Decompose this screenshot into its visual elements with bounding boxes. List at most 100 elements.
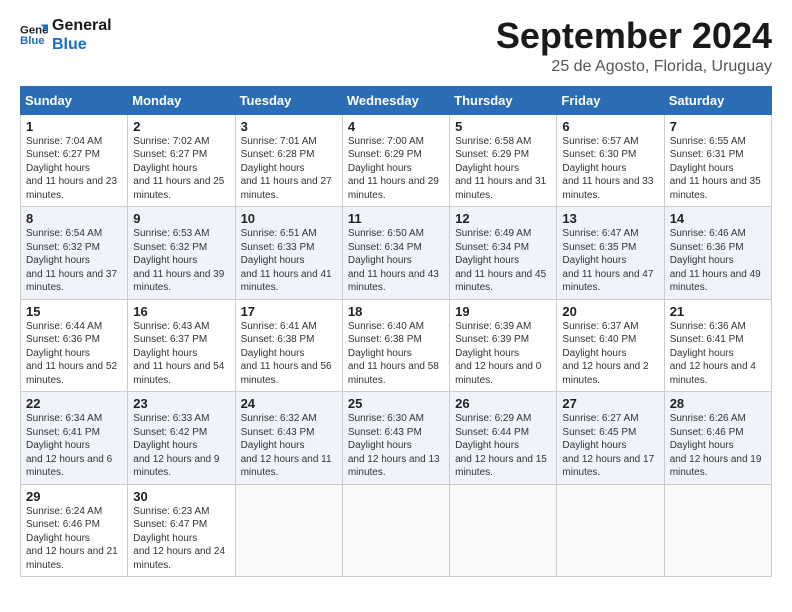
table-row: 21 Sunrise: 6:36 AMSunset: 6:41 PMDaylig… [664, 299, 771, 392]
cell-info: Sunrise: 6:58 AMSunset: 6:29 PMDaylight … [455, 136, 546, 201]
cell-info: Sunrise: 6:23 AMSunset: 6:47 PMDaylight … [133, 506, 225, 571]
col-tuesday: Tuesday [235, 86, 342, 114]
table-row: 27 Sunrise: 6:27 AMSunset: 6:45 PMDaylig… [557, 392, 664, 485]
day-number: 2 [133, 119, 230, 134]
day-number: 25 [348, 396, 445, 411]
calendar-row-3: 15 Sunrise: 6:44 AMSunset: 6:36 PMDaylig… [21, 299, 772, 392]
cell-info: Sunrise: 6:47 AMSunset: 6:35 PMDaylight … [562, 228, 653, 293]
table-row [450, 484, 557, 577]
table-row: 17 Sunrise: 6:41 AMSunset: 6:38 PMDaylig… [235, 299, 342, 392]
day-number: 13 [562, 211, 659, 226]
table-row: 25 Sunrise: 6:30 AMSunset: 6:43 PMDaylig… [342, 392, 449, 485]
day-number: 21 [670, 304, 767, 319]
day-number: 28 [670, 396, 767, 411]
month-title: September 2024 [496, 16, 772, 56]
table-row: 8 Sunrise: 6:54 AMSunset: 6:32 PMDayligh… [21, 207, 128, 300]
day-number: 24 [241, 396, 338, 411]
table-row: 4 Sunrise: 7:00 AMSunset: 6:29 PMDayligh… [342, 114, 449, 207]
table-row: 20 Sunrise: 6:37 AMSunset: 6:40 PMDaylig… [557, 299, 664, 392]
logo-general: General [52, 16, 112, 35]
svg-text:Blue: Blue [20, 35, 45, 47]
cell-info: Sunrise: 6:29 AMSunset: 6:44 PMDaylight … [455, 413, 547, 478]
cell-info: Sunrise: 6:27 AMSunset: 6:45 PMDaylight … [562, 413, 654, 478]
cell-info: Sunrise: 6:37 AMSunset: 6:40 PMDaylight … [562, 321, 648, 386]
cell-info: Sunrise: 6:50 AMSunset: 6:34 PMDaylight … [348, 228, 439, 293]
cell-info: Sunrise: 6:34 AMSunset: 6:41 PMDaylight … [26, 413, 112, 478]
cell-info: Sunrise: 6:32 AMSunset: 6:43 PMDaylight … [241, 413, 332, 478]
cell-info: Sunrise: 6:43 AMSunset: 6:37 PMDaylight … [133, 321, 224, 386]
day-number: 26 [455, 396, 552, 411]
day-number: 22 [26, 396, 123, 411]
table-row: 10 Sunrise: 6:51 AMSunset: 6:33 PMDaylig… [235, 207, 342, 300]
col-saturday: Saturday [664, 86, 771, 114]
table-row: 29 Sunrise: 6:24 AMSunset: 6:46 PMDaylig… [21, 484, 128, 577]
cell-info: Sunrise: 6:36 AMSunset: 6:41 PMDaylight … [670, 321, 756, 386]
table-row: 23 Sunrise: 6:33 AMSunset: 6:42 PMDaylig… [128, 392, 235, 485]
day-number: 20 [562, 304, 659, 319]
day-number: 29 [26, 489, 123, 504]
logo-blue: Blue [52, 35, 112, 54]
cell-info: Sunrise: 6:39 AMSunset: 6:39 PMDaylight … [455, 321, 541, 386]
day-number: 14 [670, 211, 767, 226]
day-number: 11 [348, 211, 445, 226]
table-row: 15 Sunrise: 6:44 AMSunset: 6:36 PMDaylig… [21, 299, 128, 392]
cell-info: Sunrise: 7:04 AMSunset: 6:27 PMDaylight … [26, 136, 117, 201]
table-row: 30 Sunrise: 6:23 AMSunset: 6:47 PMDaylig… [128, 484, 235, 577]
table-row: 11 Sunrise: 6:50 AMSunset: 6:34 PMDaylig… [342, 207, 449, 300]
header-row: Sunday Monday Tuesday Wednesday Thursday… [21, 86, 772, 114]
day-number: 6 [562, 119, 659, 134]
col-monday: Monday [128, 86, 235, 114]
cell-info: Sunrise: 6:40 AMSunset: 6:38 PMDaylight … [348, 321, 439, 386]
day-number: 5 [455, 119, 552, 134]
table-row: 2 Sunrise: 7:02 AMSunset: 6:27 PMDayligh… [128, 114, 235, 207]
table-row: 16 Sunrise: 6:43 AMSunset: 6:37 PMDaylig… [128, 299, 235, 392]
col-thursday: Thursday [450, 86, 557, 114]
location-subtitle: 25 de Agosto, Florida, Uruguay [496, 58, 772, 76]
col-sunday: Sunday [21, 86, 128, 114]
table-row: 5 Sunrise: 6:58 AMSunset: 6:29 PMDayligh… [450, 114, 557, 207]
table-row: 7 Sunrise: 6:55 AMSunset: 6:31 PMDayligh… [664, 114, 771, 207]
day-number: 19 [455, 304, 552, 319]
table-row: 9 Sunrise: 6:53 AMSunset: 6:32 PMDayligh… [128, 207, 235, 300]
cell-info: Sunrise: 6:51 AMSunset: 6:33 PMDaylight … [241, 228, 332, 293]
table-row: 26 Sunrise: 6:29 AMSunset: 6:44 PMDaylig… [450, 392, 557, 485]
day-number: 1 [26, 119, 123, 134]
cell-info: Sunrise: 6:49 AMSunset: 6:34 PMDaylight … [455, 228, 546, 293]
cell-info: Sunrise: 6:55 AMSunset: 6:31 PMDaylight … [670, 136, 761, 201]
cell-info: Sunrise: 6:30 AMSunset: 6:43 PMDaylight … [348, 413, 440, 478]
calendar-row-1: 1 Sunrise: 7:04 AMSunset: 6:27 PMDayligh… [21, 114, 772, 207]
cell-info: Sunrise: 7:02 AMSunset: 6:27 PMDaylight … [133, 136, 224, 201]
day-number: 23 [133, 396, 230, 411]
day-number: 12 [455, 211, 552, 226]
table-row: 28 Sunrise: 6:26 AMSunset: 6:46 PMDaylig… [664, 392, 771, 485]
cell-info: Sunrise: 6:57 AMSunset: 6:30 PMDaylight … [562, 136, 653, 201]
cell-info: Sunrise: 6:54 AMSunset: 6:32 PMDaylight … [26, 228, 117, 293]
cell-info: Sunrise: 7:01 AMSunset: 6:28 PMDaylight … [241, 136, 332, 201]
day-number: 18 [348, 304, 445, 319]
logo-icon: General Blue [20, 21, 48, 49]
table-row: 14 Sunrise: 6:46 AMSunset: 6:36 PMDaylig… [664, 207, 771, 300]
day-number: 27 [562, 396, 659, 411]
col-friday: Friday [557, 86, 664, 114]
table-row: 13 Sunrise: 6:47 AMSunset: 6:35 PMDaylig… [557, 207, 664, 300]
table-row: 6 Sunrise: 6:57 AMSunset: 6:30 PMDayligh… [557, 114, 664, 207]
day-number: 4 [348, 119, 445, 134]
day-number: 7 [670, 119, 767, 134]
table-row: 3 Sunrise: 7:01 AMSunset: 6:28 PMDayligh… [235, 114, 342, 207]
calendar-row-4: 22 Sunrise: 6:34 AMSunset: 6:41 PMDaylig… [21, 392, 772, 485]
calendar-table: Sunday Monday Tuesday Wednesday Thursday… [20, 86, 772, 578]
cell-info: Sunrise: 7:00 AMSunset: 6:29 PMDaylight … [348, 136, 439, 201]
cell-info: Sunrise: 6:44 AMSunset: 6:36 PMDaylight … [26, 321, 117, 386]
cell-info: Sunrise: 6:24 AMSunset: 6:46 PMDaylight … [26, 506, 118, 571]
table-row: 12 Sunrise: 6:49 AMSunset: 6:34 PMDaylig… [450, 207, 557, 300]
day-number: 8 [26, 211, 123, 226]
day-number: 3 [241, 119, 338, 134]
table-row: 22 Sunrise: 6:34 AMSunset: 6:41 PMDaylig… [21, 392, 128, 485]
col-wednesday: Wednesday [342, 86, 449, 114]
table-row [557, 484, 664, 577]
calendar-row-5: 29 Sunrise: 6:24 AMSunset: 6:46 PMDaylig… [21, 484, 772, 577]
cell-info: Sunrise: 6:46 AMSunset: 6:36 PMDaylight … [670, 228, 761, 293]
table-row [235, 484, 342, 577]
table-row: 19 Sunrise: 6:39 AMSunset: 6:39 PMDaylig… [450, 299, 557, 392]
table-row: 1 Sunrise: 7:04 AMSunset: 6:27 PMDayligh… [21, 114, 128, 207]
